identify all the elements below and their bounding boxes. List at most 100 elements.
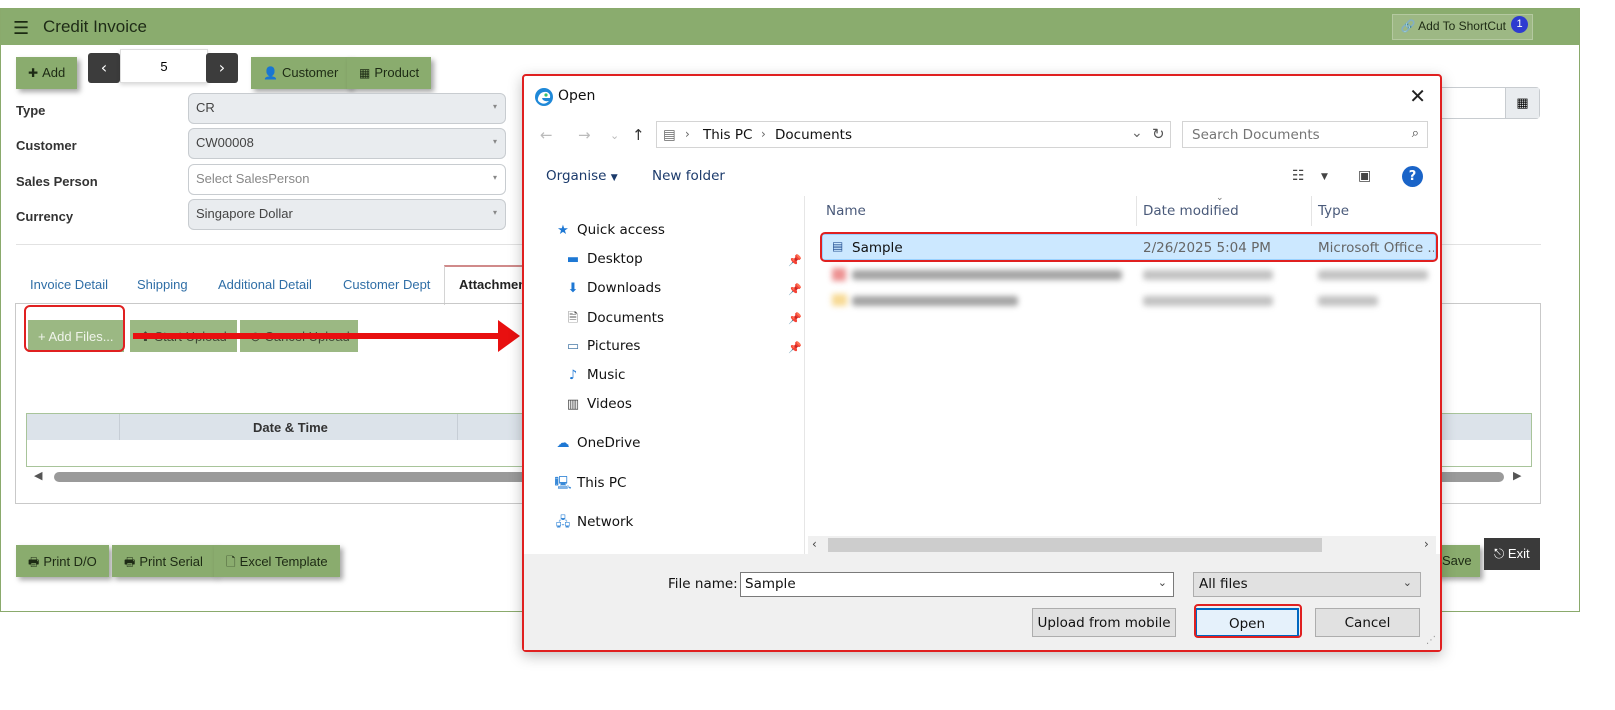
chevron-down-icon[interactable]: ⌄ bbox=[1131, 125, 1143, 141]
nav-music[interactable]: ♪ Music bbox=[564, 367, 626, 393]
pin-icon[interactable]: 📌 bbox=[788, 254, 802, 267]
pin-icon[interactable]: 📌 bbox=[788, 312, 802, 325]
music-icon: ♪ bbox=[568, 368, 578, 383]
scroll-right-icon[interactable]: ▶ bbox=[1513, 469, 1521, 482]
currency-select[interactable]: Singapore Dollar ▾ bbox=[188, 199, 506, 230]
exit-button[interactable]: ⎋ Exit bbox=[1484, 538, 1540, 570]
nav-documents[interactable]: 🗎 Documents bbox=[564, 309, 664, 335]
print-do-button[interactable]: 🖶 Print D/O bbox=[16, 545, 109, 577]
scroll-left-icon[interactable]: ‹ bbox=[812, 537, 817, 551]
tab-attachment[interactable]: Attachmen bbox=[459, 277, 526, 292]
column-divider[interactable] bbox=[1136, 196, 1137, 226]
customer-field-label: Customer bbox=[16, 138, 77, 153]
nav-pictures[interactable]: ▭ Pictures bbox=[564, 338, 641, 364]
film-icon: ▥ bbox=[566, 397, 580, 412]
product-button[interactable]: ▦ Product bbox=[347, 57, 432, 89]
caret-icon: ▾ bbox=[492, 102, 497, 111]
column-divider[interactable] bbox=[1311, 196, 1312, 226]
nav-desktop[interactable]: ▬ Desktop bbox=[564, 251, 643, 277]
column-date-modified[interactable]: Date modified bbox=[1143, 203, 1239, 219]
command-bar: Organise ▼ New folder ☷ ▼ ▣ bbox=[524, 162, 1440, 194]
breadcrumb-this-pc[interactable]: This PC bbox=[703, 127, 752, 143]
add-to-shortcut-label: Add To ShortCut bbox=[1418, 19, 1506, 33]
tab-shipping[interactable]: Shipping bbox=[137, 277, 188, 292]
dialog-title: Open bbox=[558, 88, 596, 104]
back-arrow-icon[interactable]: ← bbox=[540, 126, 553, 144]
search-box[interactable]: ⌕ bbox=[1182, 121, 1428, 148]
salesperson-select[interactable]: Select SalesPerson ▾ bbox=[188, 164, 506, 195]
upload-from-mobile-button[interactable]: Upload from mobile bbox=[1032, 608, 1176, 637]
search-input[interactable] bbox=[1183, 122, 1393, 147]
caret-down-icon[interactable]: ▼ bbox=[1321, 172, 1328, 182]
breadcrumb-documents[interactable]: Documents bbox=[775, 127, 852, 143]
add-button[interactable]: ✚ Add bbox=[16, 57, 78, 89]
tab-customer-dept[interactable]: Customer Dept bbox=[343, 277, 430, 292]
search-icon: ⌕ bbox=[1411, 126, 1419, 141]
next-record-button[interactable]: › bbox=[206, 53, 238, 83]
prev-record-button[interactable]: ‹ bbox=[88, 53, 120, 83]
notification-badge: 1 bbox=[1511, 16, 1528, 33]
printer-icon: 🖶 bbox=[28, 555, 40, 569]
scroll-right-icon[interactable]: › bbox=[1424, 537, 1429, 551]
computer-icon: 🖳 bbox=[554, 476, 572, 491]
pin-icon[interactable]: 📌 bbox=[788, 341, 802, 354]
nav-onedrive[interactable]: ☁ OneDrive bbox=[554, 435, 641, 461]
scroll-left-icon[interactable]: ◀ bbox=[34, 469, 42, 482]
close-icon[interactable]: ✕ bbox=[1409, 84, 1426, 108]
address-bar[interactable]: ▤ › This PC › Documents ⌄ bbox=[656, 121, 1171, 148]
preview-pane-icon[interactable]: ▣ bbox=[1358, 168, 1371, 184]
scrollbar-thumb[interactable] bbox=[828, 538, 1322, 552]
this-pc-label: This PC bbox=[577, 475, 627, 491]
up-arrow-icon[interactable]: ↑ bbox=[632, 126, 645, 144]
recent-locations-chevron-icon[interactable]: ⌄ bbox=[610, 129, 619, 142]
refresh-icon[interactable]: ↻ bbox=[1152, 125, 1165, 143]
date-input[interactable]: ▦ bbox=[1438, 87, 1540, 119]
new-folder-button[interactable]: New folder bbox=[652, 168, 725, 184]
edge-browser-icon bbox=[535, 88, 553, 106]
calendar-icon[interactable]: ▦ bbox=[1505, 88, 1539, 118]
customer-button[interactable]: 👤 Customer bbox=[251, 57, 351, 89]
print-serial-button[interactable]: 🖶 Print Serial bbox=[112, 545, 215, 577]
excel-template-button[interactable]: 🗋 Excel Template bbox=[214, 545, 340, 577]
column-date-time: Date & Time bbox=[253, 420, 328, 435]
pc-location-icon: ▤ bbox=[663, 127, 676, 143]
pictures-label: Pictures bbox=[587, 338, 641, 354]
organise-menu[interactable]: Organise ▼ bbox=[546, 168, 618, 184]
file-list-scrollbar[interactable]: ‹ › bbox=[808, 536, 1436, 554]
currency-value: Singapore Dollar bbox=[196, 206, 293, 221]
view-options-icon[interactable]: ☷ bbox=[1292, 168, 1305, 184]
file-name-input[interactable]: Sample ⌄ bbox=[740, 572, 1174, 597]
resize-grip-icon[interactable]: ⋰ bbox=[1426, 635, 1436, 646]
nav-videos[interactable]: ▥ Videos bbox=[564, 396, 632, 422]
customer-label: Customer bbox=[281, 65, 339, 80]
print-do-label: Print D/O bbox=[43, 554, 97, 569]
help-icon[interactable]: ? bbox=[1402, 166, 1423, 187]
hamburger-menu-icon[interactable]: ☰ bbox=[13, 18, 29, 39]
pane-divider bbox=[804, 196, 805, 556]
nav-downloads[interactable]: ⬇ Downloads bbox=[564, 280, 662, 306]
pin-icon[interactable]: 📌 bbox=[788, 283, 802, 296]
tab-invoice-detail[interactable]: Invoice Detail bbox=[30, 277, 108, 292]
cancel-button[interactable]: Cancel bbox=[1315, 608, 1420, 637]
forward-arrow-icon[interactable]: → bbox=[578, 126, 591, 144]
customer-select[interactable]: CW00008 ▾ bbox=[188, 128, 506, 159]
type-select[interactable]: CR ▾ bbox=[188, 93, 506, 124]
sample-file-highlight bbox=[820, 232, 1438, 262]
nav-network[interactable]: 🖧 Network bbox=[554, 513, 634, 539]
nav-quick-access[interactable]: ★ Quick access bbox=[554, 222, 665, 248]
save-label: Save bbox=[1442, 553, 1472, 568]
excel-template-label: Excel Template bbox=[239, 554, 328, 569]
redacted-date bbox=[1143, 296, 1273, 306]
column-type[interactable]: Type bbox=[1318, 203, 1349, 219]
tab-additional-detail[interactable]: Additional Detail bbox=[218, 277, 312, 292]
add-to-shortcut-button[interactable]: 🔗 Add To ShortCut 1 bbox=[1391, 14, 1533, 40]
file-type-filter[interactable]: All files ⌄ bbox=[1193, 572, 1421, 597]
column-divider bbox=[457, 414, 458, 440]
quick-access-label: Quick access bbox=[577, 222, 665, 238]
network-icon: 🖧 bbox=[555, 515, 571, 530]
nav-this-pc[interactable]: 🖳 This PC bbox=[554, 474, 626, 500]
chevron-down-icon[interactable]: ⌄ bbox=[1158, 576, 1167, 589]
chevron-right-icon: › bbox=[761, 127, 766, 141]
record-number-input[interactable]: 5 bbox=[120, 49, 208, 83]
column-name[interactable]: Name bbox=[826, 203, 866, 219]
